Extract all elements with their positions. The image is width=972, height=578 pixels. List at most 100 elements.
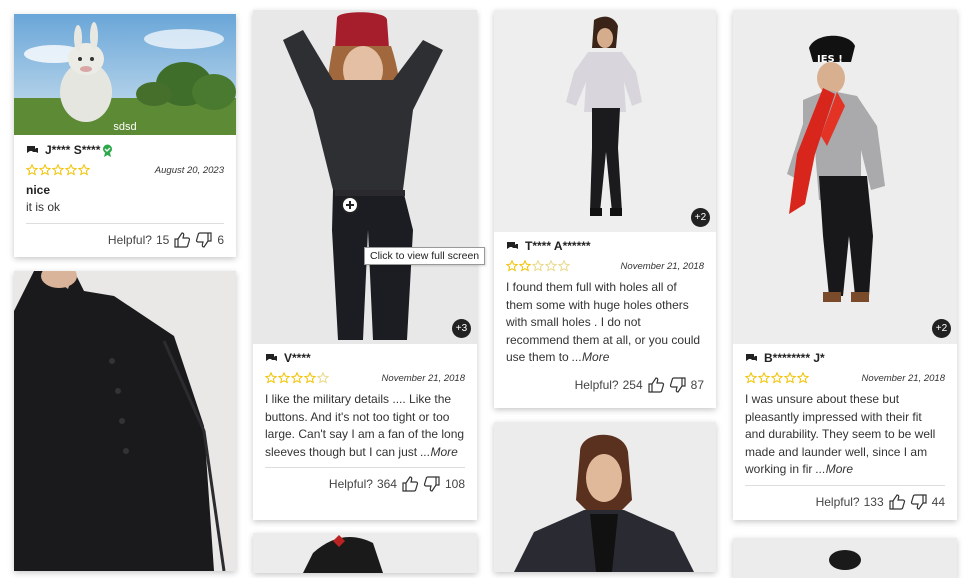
helpful-label: Helpful? [815, 494, 860, 509]
helpful-row: Helpful? 133 44 [745, 493, 945, 511]
review-photo[interactable]: +3 [253, 10, 477, 344]
divider [26, 222, 224, 224]
review-content: B******** J* November 21, 2018 I was uns… [733, 350, 957, 511]
star-icon [304, 372, 316, 384]
helpful-down-count: 6 [217, 232, 224, 247]
star-icon [758, 372, 770, 384]
helpful-down-count: 108 [444, 477, 465, 492]
star-icon [771, 372, 783, 384]
review-content: J**** S**** August 20, 2023 nice it is o… [14, 142, 236, 249]
review-card: sdsd J**** S**** August 20, 2023 nice it… [14, 14, 236, 257]
review-photo[interactable] [494, 422, 716, 572]
zoom-in-icon[interactable] [341, 196, 359, 214]
review-date: November 21, 2018 [861, 372, 945, 384]
star-icon [26, 164, 38, 176]
star-icon [278, 372, 290, 384]
reviewer-name: B******** J* [764, 351, 825, 365]
helpful-row: Helpful? 15 6 [26, 231, 224, 249]
star-icon [317, 372, 329, 384]
review-photo[interactable] [253, 533, 477, 573]
review-card [253, 533, 477, 573]
review-card [733, 538, 957, 578]
extra-photos-badge[interactable]: +2 [932, 319, 951, 338]
star-rating [26, 164, 90, 176]
review-content: V**** November 21, 2018 I like the milit… [253, 350, 477, 493]
review-photo[interactable]: sdsd [14, 14, 236, 135]
review-card: +2 T**** A****** November 21, 2018 I fou… [494, 10, 716, 408]
review-card [14, 271, 236, 571]
star-rating [265, 372, 329, 384]
review-text: it is ok [26, 200, 61, 214]
more-link[interactable]: ...More [572, 350, 609, 364]
star-icon [519, 260, 531, 272]
review-title: nice [26, 183, 51, 197]
sweater-photo [253, 10, 477, 344]
more-link[interactable]: ...More [816, 462, 853, 476]
more-link[interactable]: ...More [420, 445, 457, 459]
review-text: I was unsure about these but pleasantly … [745, 391, 945, 479]
review-photo[interactable]: IES ! +2 [733, 10, 957, 344]
helpful-label: Helpful? [107, 232, 152, 247]
helpful-row: Helpful? 254 87 [506, 376, 704, 394]
star-rating [745, 372, 809, 384]
review-photo[interactable] [14, 271, 236, 571]
thumbs-down-icon[interactable] [195, 231, 213, 249]
review-card: +3 V**** November 21, 2018 I like the mi… [253, 10, 477, 520]
star-icon [784, 372, 796, 384]
helpful-row: Helpful? 364 108 [265, 475, 465, 493]
chat-bubbles-icon [507, 241, 518, 249]
verified-badge-icon [103, 144, 113, 157]
thumbs-down-icon[interactable] [669, 376, 687, 394]
star-icon [745, 372, 757, 384]
product-photo [253, 533, 477, 573]
scarf-photo: IES ! [733, 10, 957, 344]
thumbs-up-icon[interactable] [647, 376, 665, 394]
helpful-up-count: 364 [376, 477, 397, 492]
helpful-down-count: 44 [931, 494, 945, 509]
divider [265, 467, 465, 469]
chat-bubbles-icon [746, 353, 757, 361]
star-icon [291, 372, 303, 384]
blouse-photo [494, 10, 716, 232]
review-date: November 21, 2018 [620, 260, 704, 272]
thumbs-up-icon[interactable] [173, 231, 191, 249]
review-date: November 21, 2018 [381, 372, 465, 384]
review-date: August 20, 2023 [154, 164, 224, 176]
thumbs-down-icon[interactable] [910, 493, 928, 511]
reviewer-name: V**** [284, 351, 311, 365]
divider [745, 484, 945, 486]
thumbs-up-icon[interactable] [401, 475, 419, 493]
extra-photos-badge[interactable]: +2 [691, 208, 710, 227]
extra-photos-badge[interactable]: +3 [452, 319, 471, 338]
star-rating [506, 260, 570, 272]
thumbs-down-icon[interactable] [423, 475, 441, 493]
star-icon [78, 164, 90, 176]
star-icon [265, 372, 277, 384]
view-fullscreen-tooltip: Click to view full screen [364, 247, 486, 265]
helpful-label: Helpful? [328, 477, 373, 492]
review-photo[interactable]: +2 [494, 10, 716, 232]
star-icon [506, 260, 518, 272]
reviewer-name: T**** A****** [525, 239, 591, 253]
jacket-photo [494, 422, 716, 572]
review-photo[interactable] [733, 538, 957, 578]
video-caption: sdsd [113, 121, 137, 133]
review-content: T**** A****** November 21, 2018 I found … [494, 238, 716, 394]
chat-bubbles-icon [266, 353, 277, 361]
video-thumbnail [14, 14, 236, 135]
review-card: IES ! +2 B******** J* November 21, 2018 … [733, 10, 957, 520]
star-icon [545, 260, 557, 272]
helpful-up-count: 254 [622, 377, 643, 392]
star-icon [558, 260, 570, 272]
chat-bubbles-icon [27, 145, 38, 153]
star-icon [52, 164, 64, 176]
coat-photo [14, 271, 236, 571]
star-icon [39, 164, 51, 176]
helpful-label: Helpful? [574, 377, 619, 392]
review-text: I like the military details .... Like th… [265, 391, 465, 461]
reviewer-name: J**** S**** [45, 143, 101, 157]
thumbs-up-icon[interactable] [888, 493, 906, 511]
star-icon [65, 164, 77, 176]
review-card [494, 422, 716, 572]
product-photo [733, 538, 957, 578]
